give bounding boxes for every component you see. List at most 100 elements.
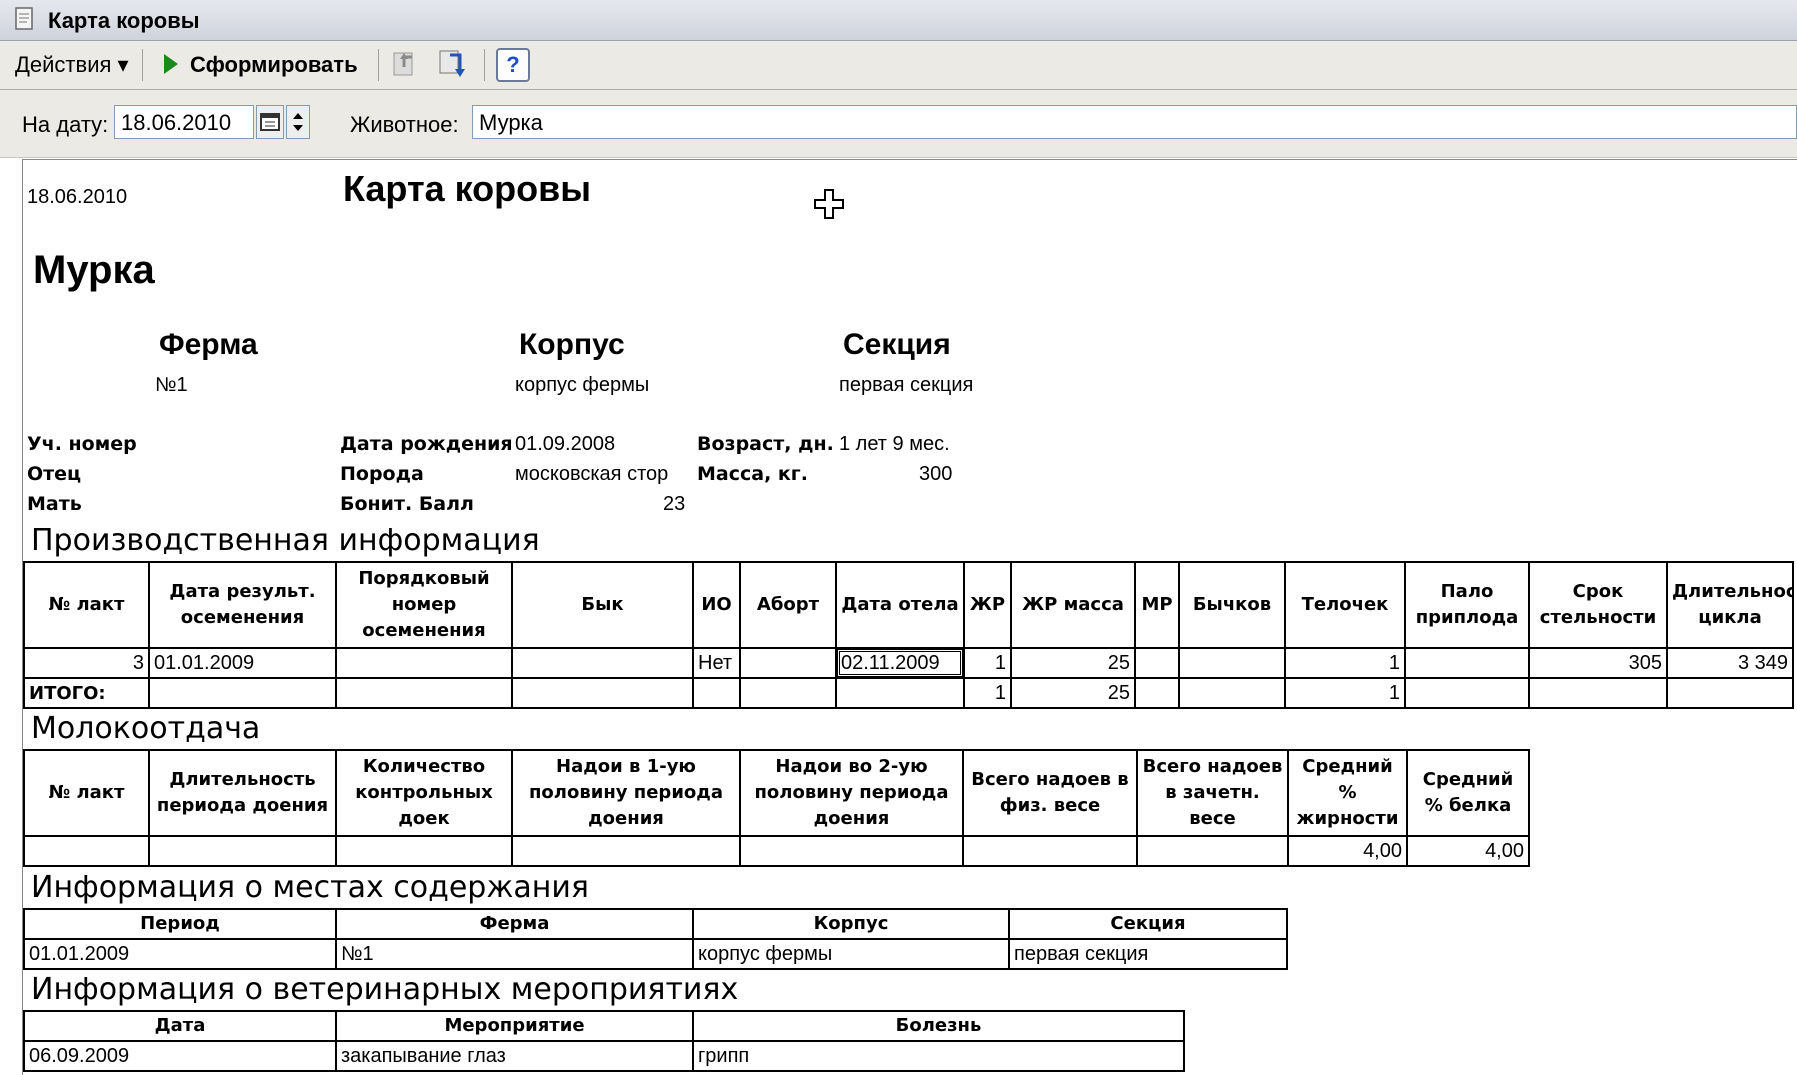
table-cell[interactable]	[1528, 677, 1668, 709]
table-cell[interactable]	[511, 677, 694, 709]
table-cell[interactable]: корпус фермы	[692, 938, 1010, 970]
table-cell[interactable]	[739, 835, 964, 867]
table-cell[interactable]: 3	[23, 647, 150, 679]
vet-heading: Информация о ветеринарных мероприятиях	[31, 972, 739, 1007]
table-header: Средний % белка	[1406, 749, 1530, 837]
table-row: 3 01.01.2009 Нет 02.11.2009 1 25 1 305 3…	[23, 647, 1794, 679]
table-cell[interactable]	[1178, 677, 1286, 709]
table-cell[interactable]	[692, 677, 741, 709]
selected-cell[interactable]: 02.11.2009	[835, 647, 965, 679]
table-cell[interactable]	[511, 835, 741, 867]
table-cell[interactable]	[23, 835, 150, 867]
animal-label: Животное:	[350, 112, 459, 137]
report-sheet[interactable]: 18.06.2010 Карта коровы Мурка Ферма №1 К…	[22, 159, 1797, 1075]
table-cell[interactable]: 4,00	[1287, 835, 1408, 867]
production-heading: Производственная информация	[31, 523, 540, 558]
toolbar-separator	[142, 49, 143, 81]
date-spinner[interactable]	[286, 105, 310, 139]
table-cell[interactable]	[335, 647, 513, 679]
table-cell[interactable]	[962, 835, 1138, 867]
date-field[interactable]: 18.06.2010	[114, 105, 254, 139]
animal-field[interactable]: Мурка	[472, 105, 1797, 139]
generate-button[interactable]: Сформировать	[162, 51, 358, 79]
table-header: Ферма	[335, 908, 694, 940]
birth-value: 01.09.2008	[515, 433, 616, 455]
age-value: 1 лет 9 мес.	[839, 433, 950, 455]
calendar-button[interactable]	[256, 105, 284, 139]
table-cell[interactable]	[1404, 647, 1530, 679]
table-cell[interactable]: 1	[963, 677, 1012, 709]
toolbar: Действия ▾ Сформировать ?	[0, 41, 1797, 90]
table-cell[interactable]	[739, 677, 837, 709]
table-cell[interactable]: 25	[1010, 647, 1136, 679]
score-value: 23	[663, 493, 686, 515]
table-cell[interactable]	[739, 647, 837, 679]
table-cell[interactable]	[148, 677, 337, 709]
table-cell[interactable]	[1136, 835, 1289, 867]
table-cell[interactable]: 1	[1284, 647, 1406, 679]
table-header: Всего надоев в физ. весе	[962, 749, 1138, 837]
building-value: корпус фермы	[515, 374, 650, 396]
table-header: Дата	[23, 1010, 337, 1042]
table-cell[interactable]	[335, 835, 513, 867]
parameters-panel: На дату: 18.06.2010 Животное: Мурка	[0, 90, 1797, 158]
mass-label: Масса, кг.	[697, 463, 808, 485]
table-cell[interactable]: 01.01.2009	[23, 938, 337, 970]
table-header: Пало приплода	[1404, 561, 1530, 649]
vet-table: Дата Мероприятие Болезнь 06.09.2009 зака…	[23, 1010, 1185, 1072]
table-header: ИО	[692, 561, 741, 649]
table-header: Длительность цикла	[1666, 561, 1794, 649]
calendar-icon	[260, 113, 280, 131]
vet-header-row: Дата Мероприятие Болезнь	[23, 1010, 1185, 1042]
table-header: Надои в 1-ую половину периода доения	[511, 749, 741, 837]
table-header: Средний % жирности	[1287, 749, 1408, 837]
undo-icon[interactable]	[390, 47, 424, 81]
table-header: Срок стельности	[1528, 561, 1668, 649]
table-cell[interactable]: №1	[335, 938, 694, 970]
table-cell[interactable]	[1134, 677, 1180, 709]
birth-label: Дата рождения	[340, 433, 513, 455]
window-titlebar: Карта коровы	[0, 0, 1797, 41]
table-cell[interactable]: 4,00	[1406, 835, 1530, 867]
table-header: Всего надоев в зачетн. весе	[1136, 749, 1289, 837]
table-header: Корпус	[692, 908, 1010, 940]
production-table: № лакт Дата результ. осеменения Порядков…	[23, 561, 1794, 709]
redo-icon[interactable]	[436, 47, 470, 81]
table-row: 4,00 4,00	[23, 835, 1530, 867]
table-cell[interactable]	[835, 677, 965, 709]
table-cell[interactable]	[1404, 677, 1530, 709]
table-cell[interactable]: 25	[1010, 677, 1136, 709]
table-cell[interactable]: Нет	[692, 647, 741, 679]
table-cell[interactable]: 1	[1284, 677, 1406, 709]
table-cell[interactable]: 305	[1528, 647, 1668, 679]
help-button[interactable]: ?	[496, 48, 530, 82]
table-cell[interactable]: 3 349	[1666, 647, 1794, 679]
table-cell[interactable]: грипп	[692, 1040, 1185, 1072]
table-header: Количество контрольных доек	[335, 749, 513, 837]
total-row: ИТОГО: 1 25 1	[23, 677, 1794, 709]
table-cell[interactable]: ИТОГО:	[23, 677, 150, 709]
table-cell[interactable]: первая секция	[1008, 938, 1288, 970]
table-cell[interactable]	[511, 647, 694, 679]
milk-table: № лакт Длительность периода доения Колич…	[23, 749, 1530, 867]
move-cursor-icon	[814, 189, 844, 219]
table-cell[interactable]	[148, 835, 337, 867]
table-header: Дата результ. осеменения	[148, 561, 337, 649]
table-cell[interactable]: 06.09.2009	[23, 1040, 337, 1072]
table-cell[interactable]: закапывание глаз	[335, 1040, 694, 1072]
milk-header-row: № лакт Длительность периода доения Колич…	[23, 749, 1530, 837]
table-cell[interactable]	[1134, 647, 1180, 679]
actions-menu-button[interactable]: Действия ▾	[15, 51, 129, 79]
table-header: Секция	[1008, 908, 1288, 940]
table-cell[interactable]: 01.01.2009	[148, 647, 337, 679]
reg-no-label: Уч. номер	[27, 433, 137, 455]
building-heading: Корпус	[519, 328, 625, 361]
table-cell[interactable]: 1	[963, 647, 1012, 679]
section-value: первая секция	[839, 374, 974, 396]
table-cell[interactable]	[335, 677, 513, 709]
table-header: Надои во 2-ую половину периода доения	[739, 749, 964, 837]
table-cell[interactable]	[1666, 677, 1794, 709]
table-row: 06.09.2009 закапывание глаз грипп	[23, 1040, 1185, 1072]
table-cell[interactable]	[1178, 647, 1286, 679]
table-header: Телочек	[1284, 561, 1406, 649]
